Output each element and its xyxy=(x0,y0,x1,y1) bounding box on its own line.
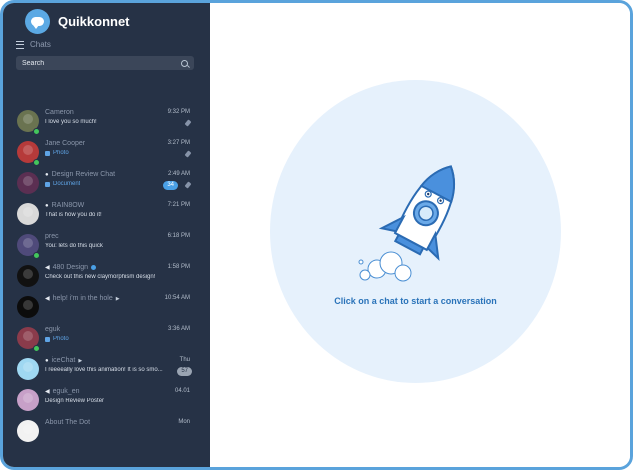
chat-list-item[interactable]: ◀ help! i'm in the hole ▶ 10:54 AM xyxy=(3,294,210,324)
chat-time: 1:58 PM xyxy=(167,264,190,270)
app-window: Quikkonnet Chats Cameron 9:32 PM I love yo… xyxy=(0,0,633,470)
group-icon: ● xyxy=(45,202,49,209)
chat-list-item[interactable]: Cameron 9:32 PM I love you so much! xyxy=(3,108,210,138)
chat-list-item[interactable]: ● Design Review Chat 2:49 AM Document 34 xyxy=(3,170,210,200)
chat-time: Mon xyxy=(178,419,190,425)
empty-state-message: Click on a chat to start a conversation xyxy=(334,296,497,306)
chat-time: 3:36 AM xyxy=(167,326,190,332)
chat-name: Jane Cooper xyxy=(45,140,86,147)
media-icon xyxy=(45,336,50,342)
chat-name: prec xyxy=(45,233,59,240)
avatar xyxy=(17,203,39,225)
rocket-illustration xyxy=(358,165,456,282)
pin-icon xyxy=(184,119,192,127)
avatar xyxy=(17,172,39,194)
media-icon xyxy=(45,181,50,187)
chat-name: ◀ 480 Design xyxy=(45,264,97,271)
nav-label: Chats xyxy=(30,40,51,49)
verified-icon xyxy=(91,265,97,270)
app-name: Quikkonnet xyxy=(58,14,130,29)
chat-preview: I reeeeally love this animation! It is s… xyxy=(45,367,163,373)
channel-icon: ◀ xyxy=(45,389,50,395)
chat-name: eguk xyxy=(45,326,61,333)
chat-time: 9:32 PM xyxy=(167,109,190,115)
search-box xyxy=(16,56,194,70)
main-panel: Click on a chat to start a conversation xyxy=(210,3,630,467)
chat-preview: I love you so much! xyxy=(45,119,97,125)
channel-icon: ◀ xyxy=(45,296,50,302)
chat-time: 3:27 PM xyxy=(167,140,190,146)
group-icon: ● xyxy=(45,171,49,178)
online-status-dot xyxy=(33,252,40,259)
chat-name: ● RAIN8OW xyxy=(45,202,85,209)
sidebar: Quikkonnet Chats Cameron 9:32 PM I love yo… xyxy=(3,3,210,467)
chat-preview: Photo xyxy=(45,150,69,156)
chat-list-item[interactable]: prec 6:18 PM You: lets do this quick xyxy=(3,232,210,262)
chat-time: 04.01 xyxy=(174,388,190,394)
chat-list-item[interactable]: eguk 3:36 AM Photo xyxy=(3,325,210,355)
chat-preview: You: lets do this quick xyxy=(45,243,103,249)
avatar xyxy=(17,389,39,411)
avatar xyxy=(17,420,39,442)
chat-list-item[interactable]: ◀ eguk_en 04.01 Design Review Poster xyxy=(3,387,210,417)
chat-preview: Photo xyxy=(45,336,69,342)
avatar xyxy=(17,265,39,287)
brand: Quikkonnet xyxy=(25,9,130,34)
menu-icon[interactable] xyxy=(16,40,24,49)
chat-preview: That is how you do it! xyxy=(45,212,102,218)
muted-speaker-icon: ▶ xyxy=(115,295,120,302)
chat-name: ◀ eguk_en xyxy=(45,388,80,395)
chat-preview: Check out this new claymorphism design! xyxy=(45,274,156,280)
empty-state-circle: Click on a chat to start a conversation xyxy=(270,80,561,383)
chat-preview: Design Review Poster xyxy=(45,398,105,404)
chat-time: 7:21 PM xyxy=(167,202,190,208)
chat-list-item[interactable]: Jane Cooper 3:27 PM Photo xyxy=(3,139,210,169)
online-status-dot xyxy=(33,128,40,135)
avatar xyxy=(17,358,39,380)
chat-name: About The Dot xyxy=(45,419,91,426)
search-icon[interactable] xyxy=(181,59,188,67)
chat-time: 10:54 AM xyxy=(164,295,190,301)
chat-preview: Document xyxy=(45,181,80,187)
channel-icon: ◀ xyxy=(45,265,50,271)
unread-badge: 34 xyxy=(163,181,178,190)
chat-name: ● Design Review Chat xyxy=(45,171,116,178)
pin-icon xyxy=(184,181,192,189)
pin-icon xyxy=(184,150,192,158)
chat-list-item[interactable]: ◀ 480 Design 1:58 PM Check out this new cla… xyxy=(3,263,210,293)
chat-name: Cameron xyxy=(45,109,74,116)
chat-time: 2:49 AM xyxy=(167,171,190,177)
chat-list-item[interactable]: About The Dot Mon xyxy=(3,418,210,448)
group-icon: ● xyxy=(45,357,49,364)
unread-badge: 57 xyxy=(177,367,192,376)
chat-name: ● iceChat ▶ xyxy=(45,357,83,364)
online-status-dot xyxy=(33,159,40,166)
chat-list-item[interactable]: ● iceChat ▶ Thu I reeeeally love this animat… xyxy=(3,356,210,386)
media-icon xyxy=(45,150,50,156)
online-status-dot xyxy=(33,345,40,352)
chat-bubble-logo-icon xyxy=(25,9,50,34)
avatar xyxy=(17,296,39,318)
nav-row: Chats xyxy=(16,40,51,49)
muted-speaker-icon: ▶ xyxy=(78,357,83,364)
chat-time: Thu xyxy=(179,357,190,363)
chat-name: ◀ help! i'm in the hole ▶ xyxy=(45,295,120,302)
chat-list-item[interactable]: ● RAIN8OW 7:21 PM That is how you do it! xyxy=(3,201,210,231)
chat-time: 6:18 PM xyxy=(167,233,190,239)
search-input[interactable] xyxy=(22,59,162,67)
